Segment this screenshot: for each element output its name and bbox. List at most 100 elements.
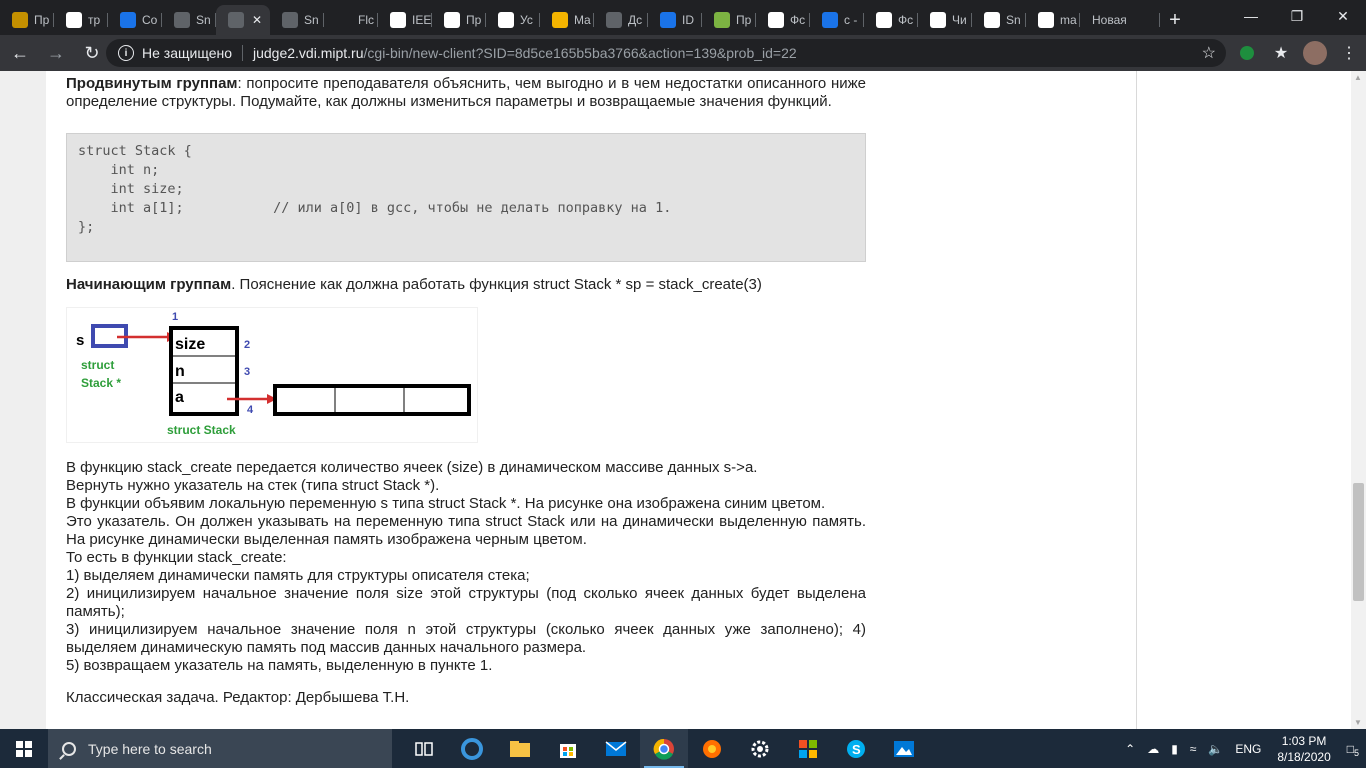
tab-favicon-icon (12, 12, 28, 28)
browser-tab[interactable]: Sn (162, 5, 216, 35)
new-tab-button[interactable]: + (1160, 5, 1190, 35)
browser-toolbar: ← → ↻ i Не защищено judge2.vdi.mipt.ru /… (0, 35, 1366, 71)
field-a: a (175, 389, 184, 406)
skype-icon[interactable]: S (832, 729, 880, 768)
scroll-up-icon[interactable]: ▲ (1354, 73, 1362, 82)
edge-icon[interactable] (448, 729, 496, 768)
music-app-icon[interactable] (688, 729, 736, 768)
browser-tab[interactable]: Flc (324, 5, 378, 35)
pointer-type-line1: struct (81, 358, 114, 372)
tab-title: Пр (34, 13, 50, 27)
browser-tab[interactable]: ID (648, 5, 702, 35)
not-secure-label: Не защищено (142, 45, 232, 61)
browser-tab[interactable]: Sn (972, 5, 1026, 35)
tab-close-icon[interactable]: ✕ (252, 13, 262, 27)
search-placeholder: Type here to search (88, 740, 212, 757)
bookmark-star-icon[interactable]: ☆ (1202, 43, 1216, 63)
info-icon[interactable]: i (118, 45, 134, 61)
browser-tab[interactable]: Пр (432, 5, 486, 35)
code-block: struct Stack { int n; int size; int a[1]… (66, 133, 866, 262)
mail-icon[interactable] (592, 729, 640, 768)
browser-tab[interactable]: Новая (1080, 5, 1160, 35)
field-n: n (175, 363, 185, 380)
scroll-down-icon[interactable]: ▼ (1354, 718, 1362, 727)
tab-title: Фс (898, 13, 914, 27)
struct-type-label: struct Stack (167, 423, 236, 437)
browser-tab[interactable]: Фс (864, 5, 918, 35)
browser-tab[interactable]: Ус (486, 5, 540, 35)
browser-tab[interactable]: IEE (378, 5, 432, 35)
url-path: /cgi-bin/new-client?SID=8d5ce165b5ba3766… (363, 45, 797, 61)
tab-favicon-icon (228, 12, 244, 28)
tab-favicon-icon (66, 12, 82, 28)
language-indicator[interactable]: ENG (1229, 742, 1267, 756)
explanation-text: В функцию stack_create передается количе… (66, 459, 866, 675)
browser-tab[interactable]: Co (108, 5, 162, 35)
volume-icon[interactable]: 🔈 (1202, 742, 1229, 756)
address-bar[interactable]: i Не защищено judge2.vdi.mipt.ru /cgi-bi… (106, 39, 1226, 67)
photos-icon[interactable] (880, 729, 928, 768)
explanation-line: 2) иницилизируем начальное значение поля… (66, 585, 866, 620)
wifi-icon[interactable]: ≈ (1184, 742, 1203, 756)
tab-title: Дс (628, 13, 643, 27)
browser-tab[interactable]: c - (810, 5, 864, 35)
office-apps-icon[interactable] (784, 729, 832, 768)
field-size: size (175, 336, 205, 353)
browser-tab[interactable]: Sn (270, 5, 324, 35)
browser-tab[interactable]: Пр (0, 5, 54, 35)
step-3-label: 3 (244, 366, 250, 378)
tab-title: ma (1060, 13, 1077, 27)
extension-green-icon[interactable] (1230, 46, 1264, 60)
notifications-icon[interactable]: □ 5 (1341, 742, 1366, 758)
tab-favicon-icon (444, 12, 460, 28)
reload-icon[interactable]: ↻ (76, 37, 108, 69)
tab-favicon-icon (1038, 12, 1054, 28)
scrollbar[interactable]: ▲ ▼ (1351, 71, 1366, 729)
browser-tab[interactable]: ✕ (216, 5, 270, 35)
browser-tab[interactable]: Пр (702, 5, 756, 35)
scrollbar-thumb[interactable] (1353, 483, 1364, 601)
step-1-label: 1 (172, 311, 178, 323)
browser-tab[interactable]: Фс (756, 5, 810, 35)
cloud-icon[interactable]: ☁ (1141, 742, 1165, 756)
tab-separator (1159, 13, 1160, 27)
tab-favicon-icon (930, 12, 946, 28)
tab-favicon-icon (174, 12, 190, 28)
minimize-icon[interactable]: — (1228, 0, 1274, 32)
tab-favicon-icon (606, 12, 622, 28)
close-icon[interactable]: ✕ (1320, 0, 1366, 32)
tab-title: тр (88, 13, 101, 27)
browser-tab[interactable]: ma (1026, 5, 1080, 35)
extensions-puzzle-icon[interactable]: ★ (1264, 43, 1298, 63)
address-divider (242, 45, 243, 61)
stack-diagram: 1 2 3 4 s struct Stack * size n a struct… (66, 307, 478, 443)
forward-icon[interactable]: → (40, 37, 72, 69)
menu-icon[interactable]: ⋮ (1332, 43, 1366, 63)
back-icon[interactable]: ← (4, 37, 36, 69)
browser-tab[interactable]: Чи (918, 5, 972, 35)
windows-start-icon[interactable] (0, 729, 48, 768)
profile-avatar[interactable] (1298, 41, 1332, 65)
clock[interactable]: 1:03 PM 8/18/2020 (1267, 733, 1340, 765)
settings-gear-icon[interactable] (736, 729, 784, 768)
clock-date: 8/18/2020 (1277, 749, 1331, 764)
maximize-icon[interactable]: ❐ (1274, 0, 1320, 32)
browser-tab[interactable]: Дс (594, 5, 648, 35)
file-explorer-icon[interactable] (496, 729, 544, 768)
tray-chevron-icon[interactable]: ⌃ (1119, 742, 1141, 756)
clock-time: 1:03 PM (1281, 733, 1327, 748)
browser-tab[interactable]: тр (54, 5, 108, 35)
chrome-icon[interactable] (640, 729, 688, 768)
tab-favicon-icon (876, 12, 892, 28)
explanation-line: 5) возвращаем указатель на память, выдел… (66, 657, 493, 674)
battery-icon[interactable]: ▮ (1165, 742, 1184, 756)
tab-favicon-icon (984, 12, 1000, 28)
taskbar-search-box[interactable]: Type here to search (48, 729, 392, 768)
pointer-type-line2: Stack * (81, 376, 121, 390)
tab-favicon-icon (336, 12, 352, 28)
tab-favicon-icon (282, 12, 298, 28)
task-view-icon[interactable] (400, 729, 448, 768)
store-icon[interactable] (544, 729, 592, 768)
browser-tab[interactable]: Ma (540, 5, 594, 35)
notification-count: 5 (1353, 747, 1359, 758)
